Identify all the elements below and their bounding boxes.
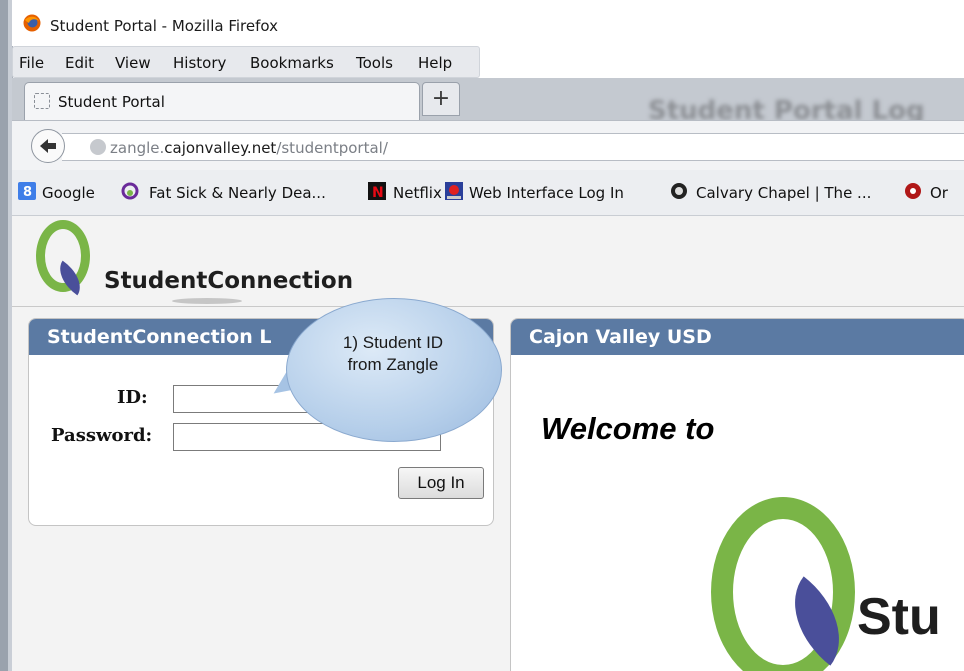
- tab-student-portal[interactable]: Student Portal: [24, 82, 420, 120]
- password-label: Password:: [51, 425, 153, 446]
- page-favicon-icon: [34, 93, 50, 109]
- globe-icon: [90, 139, 106, 155]
- fat-sick-icon: [121, 182, 139, 200]
- tab-strip: Student Portal Log Student Portal +: [12, 78, 964, 126]
- menu-help[interactable]: Help: [418, 54, 452, 72]
- url-bar[interactable]: zangle.cajonvalley.net/studentportal/ ☆: [62, 133, 964, 161]
- id-label: ID:: [117, 387, 148, 408]
- bookmark-google[interactable]: Google: [42, 184, 95, 202]
- netflix-icon: N: [368, 182, 386, 200]
- bookmark-netflix[interactable]: Netflix: [393, 184, 442, 202]
- web-page: StudentConnection StudentConnection L ID…: [12, 216, 964, 671]
- menu-history[interactable]: History: [173, 54, 226, 72]
- web-interface-icon: [445, 182, 463, 200]
- callout-text: 1) Student ID from Zangle: [318, 332, 468, 376]
- url-path: /studentportal/: [276, 139, 388, 157]
- back-button[interactable]: [31, 129, 65, 163]
- bookmarks-bar: 8 Google Fat Sick & Nearly Dea... N Netf…: [12, 170, 964, 216]
- svg-text:N: N: [372, 185, 384, 200]
- svg-text:8: 8: [23, 185, 32, 200]
- back-arrow-icon: [40, 139, 56, 153]
- menu-edit[interactable]: Edit: [65, 54, 94, 72]
- url-host: cajonvalley.net: [164, 139, 277, 157]
- bookmark-fat-sick[interactable]: Fat Sick & Nearly Dea...: [149, 184, 326, 202]
- google-icon: 8: [18, 182, 36, 200]
- url-text: zangle.cajonvalley.net/studentportal/: [110, 139, 388, 157]
- logo-text: StudentConnection: [104, 268, 354, 294]
- bookmark-more[interactable]: Or: [930, 184, 948, 202]
- bookmark-calvary-chapel[interactable]: Calvary Chapel | The ...: [696, 184, 871, 202]
- header-divider: [12, 306, 964, 307]
- tab-label: Student Portal: [58, 93, 165, 111]
- new-tab-button[interactable]: +: [422, 82, 460, 116]
- log-in-button[interactable]: Log In: [398, 467, 484, 499]
- big-logo-text: Stu: [857, 588, 941, 646]
- menu-tools[interactable]: Tools: [356, 54, 393, 72]
- firefox-icon: [23, 14, 41, 32]
- menu-bookmarks[interactable]: Bookmarks: [250, 54, 334, 72]
- callout-line-2: from Zangle: [347, 355, 439, 374]
- screenshot: Student Portal - Mozilla Firefox File Ed…: [0, 0, 964, 671]
- url-prefix: zangle.: [110, 139, 165, 157]
- bookmark-web-interface[interactable]: Web Interface Log In: [469, 184, 624, 202]
- title-bar: Student Portal - Mozilla Firefox: [12, 0, 964, 46]
- calvary-chapel-icon: [671, 183, 687, 199]
- info-panel: Cajon Valley USD Welcome to Stu: [510, 318, 964, 671]
- window-title: Student Portal - Mozilla Firefox: [50, 17, 278, 35]
- info-panel-header: Cajon Valley USD: [511, 319, 964, 355]
- navigation-bar: zangle.cajonvalley.net/studentportal/ ☆: [12, 120, 964, 170]
- callout-line-1: 1) Student ID: [342, 333, 444, 352]
- menu-view[interactable]: View: [115, 54, 151, 72]
- menu-bar: File Edit View History Bookmarks Tools H…: [12, 46, 480, 78]
- welcome-heading: Welcome to: [541, 411, 715, 446]
- flower-icon: [905, 183, 921, 199]
- menu-file[interactable]: File: [19, 54, 44, 72]
